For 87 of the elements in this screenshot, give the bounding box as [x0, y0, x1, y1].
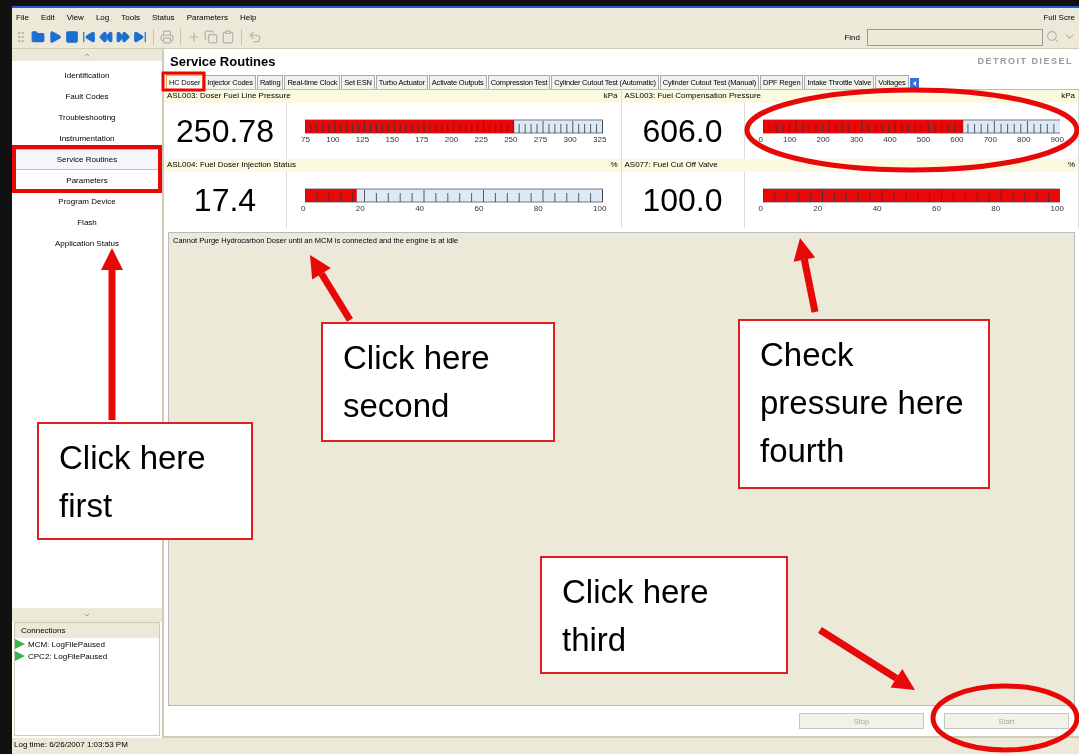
tick-label: 300 [563, 134, 577, 144]
sidebar-item[interactable]: Instrumentation [12, 128, 162, 149]
skip-back-icon[interactable] [82, 30, 96, 44]
tick-label: 100 [783, 134, 797, 144]
gauge-unit: % [1067, 160, 1075, 171]
sidebar-item[interactable]: Flash [12, 212, 162, 233]
tick-label: 0 [758, 134, 763, 144]
tick-label: 600 [950, 134, 964, 144]
arrow [310, 255, 353, 322]
sidebar-item[interactable]: Identification [12, 65, 162, 86]
tick-label: 275 [533, 134, 548, 144]
tick-label: 700 [983, 134, 997, 144]
tick-label: 0 [301, 203, 306, 213]
clipboard-icon[interactable] [221, 30, 235, 44]
sidebar-item[interactable]: Program Device [12, 191, 162, 212]
tick-label: 325 [593, 134, 607, 144]
highlight-rectangle [161, 71, 206, 92]
play-icon[interactable] [48, 30, 62, 44]
menu-item[interactable]: Parameters [186, 12, 228, 22]
copy-icon[interactable] [204, 30, 218, 44]
tick-label: 100 [326, 134, 340, 144]
sidebar-item[interactable]: Parameters [12, 170, 162, 191]
tick-label: 20 [813, 203, 823, 213]
tick-label: 60 [932, 203, 941, 213]
gauge-unit: % [610, 160, 618, 171]
sidebar-item[interactable]: Fault Codes [12, 86, 162, 107]
tick-label: 900 [1050, 134, 1064, 144]
sidebar-item[interactable]: Application Status [12, 233, 162, 254]
callout: Click here second [321, 322, 555, 442]
fast-forward-icon[interactable] [116, 30, 130, 44]
rewind-icon[interactable] [99, 30, 113, 44]
menu-item[interactable]: Log [95, 12, 110, 22]
tick-label: 100 [593, 203, 607, 213]
page-title: Service Routines [170, 53, 276, 69]
tick-label: 300 [849, 134, 864, 144]
gauge-title: AS077: Fuel Cut Off Valve [624, 160, 718, 171]
gauge-title: ASL003: Fuel Compensation Pressure [624, 91, 762, 102]
connections-header: Connections [15, 623, 159, 638]
gauge-value: 17.4 [164, 172, 287, 228]
brand-logo: DETROIT DIESEL [977, 56, 1073, 66]
tick-label: 150 [385, 134, 399, 144]
menu-item[interactable]: Status [151, 12, 175, 22]
menu-item[interactable]: View [66, 12, 84, 22]
tick-label: 40 [872, 203, 882, 213]
tick-label: 225 [474, 134, 488, 144]
tick-label: 250 [504, 134, 518, 144]
tick-label: 60 [474, 203, 484, 213]
gauge-unit: kPa [603, 91, 618, 102]
plus-icon[interactable] [187, 30, 201, 44]
tick-label: 200 [444, 134, 459, 144]
menu-item[interactable]: Full Scre [1043, 12, 1075, 22]
tick-label: 100 [1050, 203, 1064, 213]
callout: Click here third [540, 556, 788, 674]
menu-item[interactable]: Edit [40, 12, 55, 22]
sidebar-item[interactable]: Troubleshooting [12, 107, 162, 128]
menu-item[interactable]: Tools [121, 12, 140, 22]
gauge-value: 100.0 [621, 172, 745, 228]
gauge-unit: kPa [1061, 91, 1075, 102]
callout: Check pressure here fourth [738, 319, 990, 489]
tick-label: 800 [1017, 134, 1031, 144]
tick-label: 75 [301, 134, 310, 144]
gauge-title: ASL003: Doser Fuel Line Pressure [167, 91, 291, 102]
tick-label: 80 [991, 203, 1001, 213]
tick-label: 400 [883, 134, 897, 144]
tick-label: 200 [816, 134, 830, 144]
scroll-left-icon[interactable] [909, 78, 919, 89]
menu-item[interactable]: File [16, 12, 29, 22]
tick-label: 500 [916, 134, 931, 144]
gauge-title: ASL004: Fuel Doser Injection Status [167, 160, 296, 171]
undo-icon[interactable] [248, 30, 262, 44]
tick-label: 175 [415, 134, 429, 144]
printer-icon[interactable] [160, 30, 174, 44]
callout: Click here first [37, 422, 253, 540]
menu-item[interactable]: Help [240, 12, 257, 22]
find-label: Find [844, 32, 860, 42]
find-field[interactable] [867, 28, 1043, 46]
search-icon[interactable] [1046, 30, 1060, 44]
tick-label: 20 [355, 203, 365, 213]
stop-icon[interactable] [65, 30, 79, 44]
connection-item[interactable]: CPC2: LogFilePaused [28, 651, 108, 661]
skip-forward-icon[interactable] [133, 30, 147, 44]
tick-label: 40 [415, 203, 425, 213]
tick-label: 0 [758, 203, 763, 213]
folder-icon[interactable] [31, 30, 45, 44]
connection-item[interactable]: MCM: LogFilePaused [28, 639, 105, 649]
tick-label: 125 [355, 134, 370, 144]
tick-label: 80 [533, 203, 543, 213]
